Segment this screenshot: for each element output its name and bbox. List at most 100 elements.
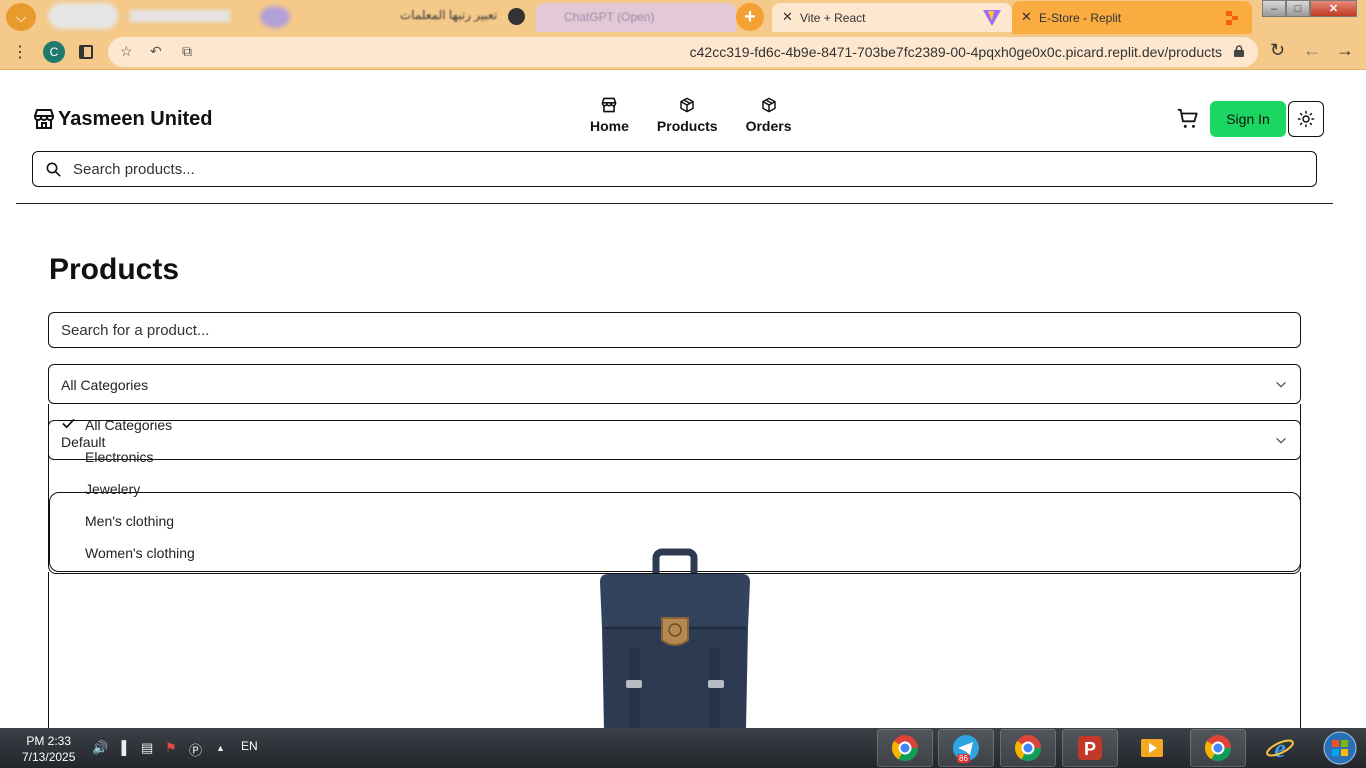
device-icon[interactable]: ▤ (141, 740, 153, 756)
sun-icon (1297, 110, 1315, 128)
svg-text:e: e (1274, 734, 1286, 763)
plus-icon: + (744, 5, 756, 28)
network-signal-icon[interactable]: ▐ (117, 740, 126, 755)
notification-badge: 86 (957, 754, 970, 763)
dropdown-option-all-categories[interactable]: All Categories (85, 417, 172, 433)
tab-search-button[interactable]: ⌵ (6, 3, 36, 31)
search-placeholder: Search products... (73, 161, 195, 178)
cart-button[interactable] (1176, 107, 1200, 131)
header-actions: Sign In (1176, 101, 1324, 137)
nav-home[interactable]: Home (590, 97, 629, 134)
back-arrow-icon[interactable]: ← (1303, 40, 1321, 61)
chevron-down-icon (1276, 382, 1286, 388)
taskbar-chrome-profile-c[interactable] (877, 729, 933, 767)
tab-favicon (508, 8, 525, 25)
category-selected-value: All Categories (61, 377, 149, 393)
minimize-button[interactable]: – (1262, 0, 1286, 17)
site-header: Yasmeen United Home Products Orders Sign… (16, 71, 1333, 204)
dropdown-option-womens-clothing[interactable]: Women's clothing (85, 545, 195, 561)
theme-toggle-button[interactable] (1288, 101, 1324, 137)
dropdown-option-jewelery[interactable]: Jewelery (85, 481, 140, 497)
maximize-button[interactable]: □ (1286, 0, 1310, 17)
shopping-cart-icon (1177, 108, 1198, 128)
blurred-tab-icon (260, 6, 290, 28)
language-indicator[interactable]: EN (241, 739, 258, 753)
package-icon (680, 97, 694, 113)
chrome-icon (1204, 735, 1232, 762)
store-icon (34, 109, 54, 129)
category-select[interactable]: All Categories (48, 364, 1301, 404)
replit-logo-icon (1226, 11, 1238, 25)
url-field[interactable]: ☆ ↶ ⧉ c42cc319-fd6c-4b9e-8471-703be7fc23… (108, 37, 1258, 67)
sign-in-button[interactable]: Sign In (1210, 101, 1286, 137)
clock-time: PM 2:33 (26, 734, 72, 748)
media-player-icon (1141, 739, 1163, 757)
taskbar-chrome[interactable] (1190, 729, 1246, 767)
reload-icon[interactable]: ↻ (1270, 40, 1285, 61)
system-clock[interactable]: PM 2:33 7/13/2025 (22, 733, 75, 765)
page-title: Products (49, 253, 180, 286)
chrome-icon (1014, 735, 1042, 762)
header-search-input[interactable]: Search products... (32, 151, 1317, 187)
store-icon (602, 97, 617, 113)
vite-logo-icon (983, 10, 1001, 26)
clock-date: 7/13/2025 (22, 750, 76, 764)
product-image-backpack[interactable] (596, 548, 754, 730)
close-tab-icon[interactable]: ✕ (782, 9, 793, 25)
internet-explorer-icon: e (1266, 734, 1294, 763)
tab-title: Vite + React (800, 11, 866, 25)
lock-icon[interactable] (1234, 45, 1244, 57)
nav-label: Orders (745, 118, 792, 134)
check-icon (62, 418, 75, 429)
nav-label: Products (656, 118, 718, 134)
nav-orders[interactable]: Orders (746, 97, 792, 134)
search-icon (46, 162, 61, 177)
close-window-button[interactable]: ✕ (1310, 0, 1357, 17)
start-button[interactable] (1320, 729, 1360, 767)
profile-initial: C (49, 45, 59, 59)
translate-icon[interactable]: ⧉ (182, 43, 192, 60)
browser-address-bar: ⋮ C ☆ ↶ ⧉ c42cc319-fd6c-4b9e-8471-703be7… (0, 34, 1366, 70)
brand-logo[interactable]: Yasmeen United (32, 107, 213, 131)
package-icon (761, 97, 776, 113)
close-tab-icon[interactable]: ✕ (1021, 9, 1032, 25)
chevron-down-icon: ⌵ (15, 8, 27, 25)
svg-text:P: P (1084, 739, 1096, 759)
main-nav: Home Products Orders (590, 97, 820, 134)
forward-arrow-icon[interactable]: → (1336, 40, 1354, 61)
chrome-icon (891, 735, 919, 762)
brand-name: Yasmeen United (58, 107, 213, 130)
dropdown-option-mens-clothing[interactable]: Men's clothing (85, 513, 174, 529)
blurred-tab[interactable] (130, 10, 230, 22)
tab-title-arabic[interactable]: تعبير رتبها المعلمات (400, 8, 497, 22)
psiphon-icon: P (1078, 736, 1102, 760)
tab-vite-react[interactable]: ✕ Vite + React (772, 3, 1012, 32)
dropdown-option-electronics[interactable]: Electronics (85, 449, 153, 465)
new-tab-button[interactable]: + (736, 3, 764, 31)
side-panel-icon[interactable] (79, 45, 93, 59)
taskbar-chrome-profile-l[interactable] (1000, 729, 1056, 767)
nav-products[interactable]: Products (657, 97, 718, 134)
product-search-input[interactable]: Search for a product... (48, 312, 1301, 348)
taskbar-psiphon[interactable]: P (1062, 729, 1118, 767)
psiphon-tray-icon[interactable]: Ⓟ (189, 740, 202, 759)
share-icon[interactable]: ↶ (150, 43, 162, 60)
bookmark-star-icon[interactable]: ☆ (120, 43, 133, 60)
volume-icon[interactable]: 🔊 (92, 740, 108, 756)
taskbar-internet-explorer[interactable]: e (1252, 729, 1308, 767)
nav-label: Home (590, 118, 629, 134)
url-text: c42cc319-fd6c-4b9e-8471-703be7fc2389-00-… (689, 44, 1222, 60)
tab-estore-replit[interactable]: ✕ E-Store - Replit (1012, 1, 1252, 34)
tab-chatgpt[interactable]: ChatGPT (Open) (536, 3, 736, 32)
taskbar-media-player[interactable] (1124, 729, 1180, 767)
taskbar-telegram[interactable]: 86 (938, 729, 994, 767)
flag-error-icon[interactable]: ⚑ (165, 740, 177, 756)
tab-title: E-Store - Replit (1039, 11, 1122, 25)
show-hidden-icons-icon[interactable]: ▲ (216, 743, 225, 753)
window-controls: – □ ✕ (1262, 0, 1362, 18)
profile-avatar[interactable]: C (43, 41, 65, 63)
browser-menu-icon[interactable]: ⋮ (12, 42, 28, 62)
blurred-tab[interactable] (48, 3, 118, 29)
windows-taskbar: PM 2:33 7/13/2025 🔊 ▐ ▤ ⚑ Ⓟ ▲ EN 86 P e (0, 728, 1366, 768)
tab-title: ChatGPT (Open) (564, 10, 655, 24)
